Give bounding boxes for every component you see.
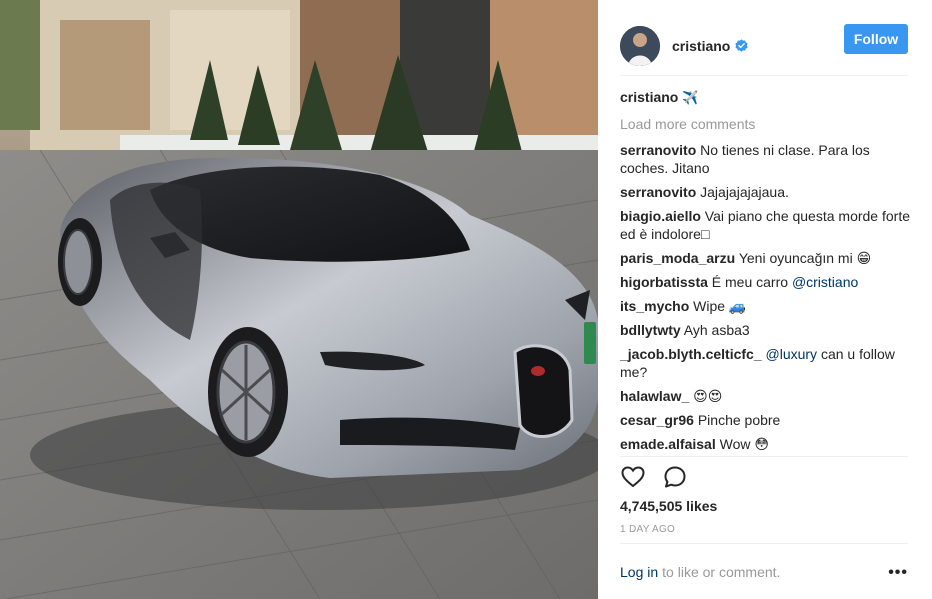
comment-item: halawlaw_ 😍😍	[620, 387, 910, 405]
comment-item: paris_moda_arzu Yeni oyuncağın mi 😁	[620, 249, 910, 267]
mention-link[interactable]: @luxury	[766, 346, 818, 362]
instagram-post: cristiano Follow cristiano ✈️ Load more …	[0, 0, 932, 599]
car-photo	[0, 0, 598, 599]
comment-item: cesar_gr96 Pinche pobre	[620, 411, 910, 429]
avatar-image	[620, 25, 660, 66]
comment-username[interactable]: emade.alfaisal	[620, 436, 716, 452]
comment-text: Ayh asba3	[683, 322, 750, 338]
verified-badge-icon	[735, 39, 748, 52]
like-button[interactable]	[620, 464, 646, 490]
comment-username[interactable]: halawlaw_	[620, 388, 689, 404]
comment-item: higorbatissta É meu carro @cristiano	[620, 273, 910, 291]
comment-item: biagio.aiello Vai piano che questa morde…	[620, 207, 910, 243]
caption: cristiano ✈️	[620, 88, 910, 107]
follow-button[interactable]: Follow	[844, 24, 908, 54]
comment-username[interactable]: _jacob.blyth.celticfc_	[620, 346, 762, 362]
login-prompt-text: to like or comment.	[662, 563, 781, 580]
heart-icon	[621, 465, 645, 487]
comment-username[interactable]: higorbatissta	[620, 274, 708, 290]
comment-bubble-icon	[664, 466, 686, 487]
comment-item: bdllytwty Ayh asba3	[620, 321, 910, 339]
comment-username[interactable]: cesar_gr96	[620, 412, 694, 428]
airplane-icon: ✈️	[682, 90, 699, 105]
login-prompt: Log in to like or comment. •••	[620, 543, 908, 599]
comment-text: 😍😍	[693, 388, 723, 404]
post-timestamp[interactable]: 1 DAY AGO	[620, 524, 675, 535]
comment-text: Wow 😳	[719, 436, 769, 452]
comment-username[interactable]: paris_moda_arzu	[620, 250, 735, 266]
comment-text: Pinche pobre	[697, 412, 781, 428]
comment-item: its_mycho Wipe 🚙	[620, 297, 910, 315]
mention-link[interactable]: @cristiano	[792, 274, 858, 290]
comment-button[interactable]	[662, 464, 688, 490]
comment-text: Jajajajajajaua.	[700, 184, 789, 200]
comment-item: emade.alfaisal Wow 😳	[620, 435, 910, 453]
comment-item: serranovito No tienes ni clase. Para los…	[620, 141, 910, 177]
more-options-icon[interactable]: •••	[888, 564, 908, 582]
comment-item: _jacob.blyth.celticfc_ @luxury can u fol…	[620, 345, 910, 381]
load-more-comments-link[interactable]: Load more comments	[620, 115, 910, 133]
comment-username[interactable]: biagio.aiello	[620, 208, 701, 224]
action-bar	[620, 456, 908, 496]
post-sidebar: cristiano Follow cristiano ✈️ Load more …	[598, 0, 932, 599]
likes-count[interactable]: 4,745,505 likes	[620, 498, 717, 514]
comment-item: serranovito Jajajajajajaua.	[620, 183, 910, 201]
comments-list: cristiano ✈️ Load more comments serranov…	[620, 88, 910, 459]
caption-username[interactable]: cristiano	[620, 89, 678, 105]
comment-username[interactable]: serranovito	[620, 142, 696, 158]
comment-text: Wipe 🚙	[693, 298, 747, 314]
post-header: cristiano Follow	[620, 16, 908, 76]
login-link[interactable]: Log in	[620, 564, 658, 580]
comment-text: Yeni oyuncağın mi 😁	[738, 250, 872, 266]
comment-username[interactable]: serranovito	[620, 184, 696, 200]
comment-username[interactable]: its_mycho	[620, 298, 689, 314]
author-username[interactable]: cristiano	[672, 38, 748, 54]
comment-text: É meu carro	[711, 274, 792, 290]
post-photo[interactable]	[0, 0, 598, 599]
comment-username[interactable]: bdllytwty	[620, 322, 681, 338]
author-username-text[interactable]: cristiano	[672, 38, 730, 54]
avatar[interactable]	[620, 25, 660, 66]
